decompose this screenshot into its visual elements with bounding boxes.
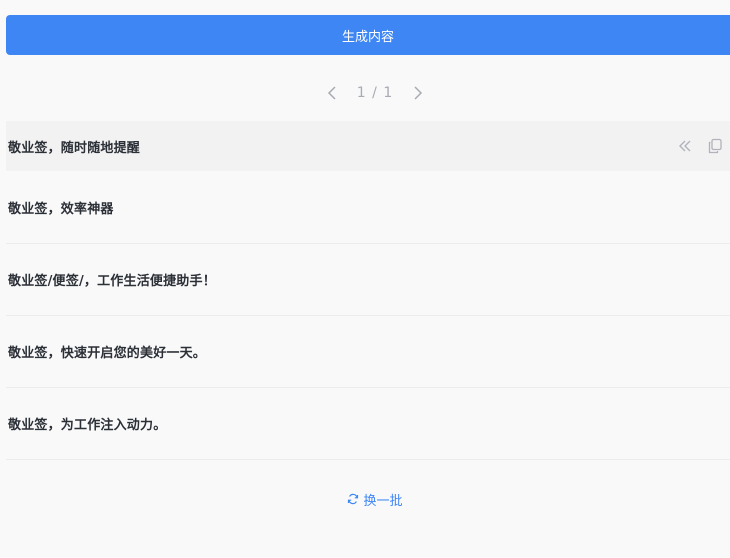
refresh-batch-button[interactable]: 换一批	[0, 488, 730, 510]
list-item[interactable]: 敬业签/便签/，工作生活便捷助手！	[6, 244, 730, 316]
next-page-button[interactable]	[407, 82, 429, 104]
copy-icon	[708, 138, 722, 154]
page-indicator: 1 / 1	[357, 85, 393, 101]
insert-button[interactable]	[676, 137, 694, 155]
pagination: 1 / 1	[0, 80, 730, 106]
double-chevron-left-icon	[679, 140, 691, 152]
total-pages: 1	[383, 85, 394, 101]
list-item-actions	[676, 137, 724, 155]
chevron-right-icon	[414, 86, 423, 100]
list-item-text: 敬业签，为工作注入动力。	[8, 418, 167, 433]
generate-content-button[interactable]: 生成内容	[6, 15, 730, 55]
list-item[interactable]: 敬业签，快速开启您的美好一天。	[6, 316, 730, 388]
list-item-text: 敬业签，快速开启您的美好一天。	[8, 346, 207, 361]
chevron-left-icon	[327, 86, 336, 100]
result-list: 敬业签，随时随地提醒 敬业签，效率神器 敬业签/便签/，工作生活便捷助手！ 敬业…	[6, 121, 730, 460]
page-separator: /	[372, 85, 378, 101]
list-item-text: 敬业签，效率神器	[8, 201, 114, 217]
list-item[interactable]: 敬业签，为工作注入动力。	[6, 388, 730, 460]
list-item[interactable]: 敬业签，效率神器	[6, 171, 730, 244]
copy-button[interactable]	[706, 137, 724, 155]
prev-page-button[interactable]	[321, 82, 343, 104]
current-page: 1	[356, 85, 367, 101]
list-item-text: 敬业签，随时随地提醒	[8, 140, 141, 156]
content-generator-panel: 生成内容 1 / 1 敬业签，随时随地提醒 敬业签，效率神器 敬业签/便签/，工…	[0, 0, 730, 558]
list-item-text: 敬业签/便签/，工作生活便捷助手！	[8, 274, 216, 289]
list-item[interactable]: 敬业签，随时随地提醒	[6, 121, 730, 171]
refresh-batch-label: 换一批	[363, 493, 403, 509]
refresh-icon	[348, 493, 359, 505]
generate-content-label: 生成内容	[341, 29, 394, 45]
